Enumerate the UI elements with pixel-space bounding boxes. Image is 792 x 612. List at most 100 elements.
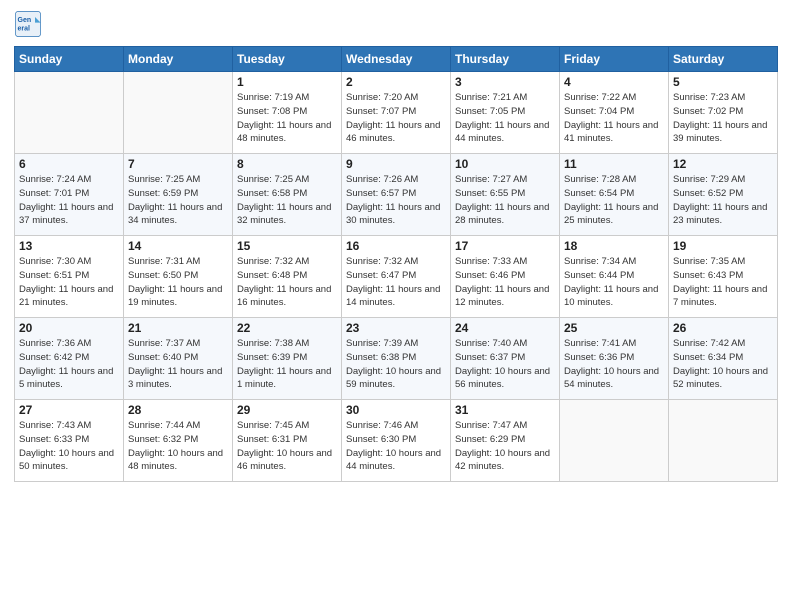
day-info: Sunrise: 7:32 AM Sunset: 6:48 PM Dayligh… bbox=[237, 255, 337, 310]
week-row: 1 Sunrise: 7:19 AM Sunset: 7:08 PM Daylig… bbox=[15, 72, 778, 154]
calendar-cell: 28 Sunrise: 7:44 AM Sunset: 6:32 PM Dayli… bbox=[124, 400, 233, 482]
logo-icon: Gen eral bbox=[14, 10, 42, 38]
day-number: 8 bbox=[237, 157, 337, 171]
day-info: Sunrise: 7:35 AM Sunset: 6:43 PM Dayligh… bbox=[673, 255, 773, 310]
day-number: 16 bbox=[346, 239, 446, 253]
day-info: Sunrise: 7:28 AM Sunset: 6:54 PM Dayligh… bbox=[564, 173, 664, 228]
day-info: Sunrise: 7:24 AM Sunset: 7:01 PM Dayligh… bbox=[19, 173, 119, 228]
day-info: Sunrise: 7:30 AM Sunset: 6:51 PM Dayligh… bbox=[19, 255, 119, 310]
calendar-cell: 9Sunrise: 7:26 AM Sunset: 6:57 PM Daylig… bbox=[342, 154, 451, 236]
calendar-cell: 21 Sunrise: 7:37 AM Sunset: 6:40 PM Dayli… bbox=[124, 318, 233, 400]
calendar-cell: 11 Sunrise: 7:28 AM Sunset: 6:54 PM Dayli… bbox=[560, 154, 669, 236]
calendar-cell: 25 Sunrise: 7:41 AM Sunset: 6:36 PM Dayli… bbox=[560, 318, 669, 400]
day-info: Sunrise: 7:37 AM Sunset: 6:40 PM Dayligh… bbox=[128, 337, 228, 392]
calendar-cell: 19 Sunrise: 7:35 AM Sunset: 6:43 PM Dayli… bbox=[669, 236, 778, 318]
calendar-cell: 4 Sunrise: 7:22 AM Sunset: 7:04 PM Daylig… bbox=[560, 72, 669, 154]
day-number: 1 bbox=[237, 75, 337, 89]
day-info: Sunrise: 7:36 AM Sunset: 6:42 PM Dayligh… bbox=[19, 337, 119, 392]
day-number: 23 bbox=[346, 321, 446, 335]
day-number: 18 bbox=[564, 239, 664, 253]
day-number: 13 bbox=[19, 239, 119, 253]
svg-text:Gen: Gen bbox=[18, 17, 32, 24]
calendar-cell: 16Sunrise: 7:32 AM Sunset: 6:47 PM Dayli… bbox=[342, 236, 451, 318]
calendar-cell: 22Sunrise: 7:38 AM Sunset: 6:39 PM Dayli… bbox=[233, 318, 342, 400]
day-number: 14 bbox=[128, 239, 228, 253]
day-number: 10 bbox=[455, 157, 555, 171]
calendar-cell: 15Sunrise: 7:32 AM Sunset: 6:48 PM Dayli… bbox=[233, 236, 342, 318]
week-row: 13 Sunrise: 7:30 AM Sunset: 6:51 PM Dayli… bbox=[15, 236, 778, 318]
day-number: 4 bbox=[564, 75, 664, 89]
page: Gen eral SundayMondayTuesdayWednesdayThu… bbox=[0, 0, 792, 612]
day-number: 28 bbox=[128, 403, 228, 417]
weekday-header: Wednesday bbox=[342, 47, 451, 72]
calendar-cell: 31 Sunrise: 7:47 AM Sunset: 6:29 PM Dayli… bbox=[451, 400, 560, 482]
day-number: 27 bbox=[19, 403, 119, 417]
day-number: 29 bbox=[237, 403, 337, 417]
day-number: 7 bbox=[128, 157, 228, 171]
day-number: 24 bbox=[455, 321, 555, 335]
day-info: Sunrise: 7:45 AM Sunset: 6:31 PM Dayligh… bbox=[237, 419, 337, 474]
day-number: 11 bbox=[564, 157, 664, 171]
calendar-cell: 30 Sunrise: 7:46 AM Sunset: 6:30 PM Dayli… bbox=[342, 400, 451, 482]
calendar-cell bbox=[560, 400, 669, 482]
calendar-cell: 7 Sunrise: 7:25 AM Sunset: 6:59 PM Daylig… bbox=[124, 154, 233, 236]
day-info: Sunrise: 7:27 AM Sunset: 6:55 PM Dayligh… bbox=[455, 173, 555, 228]
day-number: 17 bbox=[455, 239, 555, 253]
day-info: Sunrise: 7:26 AM Sunset: 6:57 PM Dayligh… bbox=[346, 173, 446, 228]
day-info: Sunrise: 7:44 AM Sunset: 6:32 PM Dayligh… bbox=[128, 419, 228, 474]
calendar-cell bbox=[124, 72, 233, 154]
calendar-cell: 13 Sunrise: 7:30 AM Sunset: 6:51 PM Dayli… bbox=[15, 236, 124, 318]
calendar-cell: 29 Sunrise: 7:45 AM Sunset: 6:31 PM Dayli… bbox=[233, 400, 342, 482]
calendar-cell: 5 Sunrise: 7:23 AM Sunset: 7:02 PM Daylig… bbox=[669, 72, 778, 154]
calendar-cell bbox=[669, 400, 778, 482]
calendar-cell: 18 Sunrise: 7:34 AM Sunset: 6:44 PM Dayli… bbox=[560, 236, 669, 318]
day-info: Sunrise: 7:41 AM Sunset: 6:36 PM Dayligh… bbox=[564, 337, 664, 392]
day-number: 25 bbox=[564, 321, 664, 335]
day-info: Sunrise: 7:20 AM Sunset: 7:07 PM Dayligh… bbox=[346, 91, 446, 146]
day-info: Sunrise: 7:22 AM Sunset: 7:04 PM Dayligh… bbox=[564, 91, 664, 146]
weekday-header: Thursday bbox=[451, 47, 560, 72]
day-number: 26 bbox=[673, 321, 773, 335]
day-number: 6 bbox=[19, 157, 119, 171]
calendar-cell: 8 Sunrise: 7:25 AM Sunset: 6:58 PM Daylig… bbox=[233, 154, 342, 236]
calendar-cell: 3Sunrise: 7:21 AM Sunset: 7:05 PM Daylig… bbox=[451, 72, 560, 154]
day-info: Sunrise: 7:25 AM Sunset: 6:59 PM Dayligh… bbox=[128, 173, 228, 228]
weekday-header: Sunday bbox=[15, 47, 124, 72]
calendar-cell: 26 Sunrise: 7:42 AM Sunset: 6:34 PM Dayli… bbox=[669, 318, 778, 400]
weekday-header: Saturday bbox=[669, 47, 778, 72]
day-info: Sunrise: 7:43 AM Sunset: 6:33 PM Dayligh… bbox=[19, 419, 119, 474]
calendar-cell: 12Sunrise: 7:29 AM Sunset: 6:52 PM Dayli… bbox=[669, 154, 778, 236]
day-info: Sunrise: 7:47 AM Sunset: 6:29 PM Dayligh… bbox=[455, 419, 555, 474]
weekday-header: Monday bbox=[124, 47, 233, 72]
calendar-cell: 27 Sunrise: 7:43 AM Sunset: 6:33 PM Dayli… bbox=[15, 400, 124, 482]
logo: Gen eral bbox=[14, 10, 46, 38]
day-number: 21 bbox=[128, 321, 228, 335]
calendar-table: SundayMondayTuesdayWednesdayThursdayFrid… bbox=[14, 46, 778, 482]
day-number: 30 bbox=[346, 403, 446, 417]
day-number: 19 bbox=[673, 239, 773, 253]
day-number: 20 bbox=[19, 321, 119, 335]
day-number: 5 bbox=[673, 75, 773, 89]
week-row: 20 Sunrise: 7:36 AM Sunset: 6:42 PM Dayli… bbox=[15, 318, 778, 400]
svg-text:eral: eral bbox=[18, 25, 31, 32]
day-info: Sunrise: 7:34 AM Sunset: 6:44 PM Dayligh… bbox=[564, 255, 664, 310]
day-info: Sunrise: 7:19 AM Sunset: 7:08 PM Dayligh… bbox=[237, 91, 337, 146]
day-info: Sunrise: 7:23 AM Sunset: 7:02 PM Dayligh… bbox=[673, 91, 773, 146]
day-info: Sunrise: 7:25 AM Sunset: 6:58 PM Dayligh… bbox=[237, 173, 337, 228]
weekday-header: Tuesday bbox=[233, 47, 342, 72]
day-info: Sunrise: 7:42 AM Sunset: 6:34 PM Dayligh… bbox=[673, 337, 773, 392]
day-info: Sunrise: 7:29 AM Sunset: 6:52 PM Dayligh… bbox=[673, 173, 773, 228]
calendar-cell: 20 Sunrise: 7:36 AM Sunset: 6:42 PM Dayli… bbox=[15, 318, 124, 400]
calendar-cell: 14Sunrise: 7:31 AM Sunset: 6:50 PM Dayli… bbox=[124, 236, 233, 318]
day-info: Sunrise: 7:33 AM Sunset: 6:46 PM Dayligh… bbox=[455, 255, 555, 310]
day-info: Sunrise: 7:39 AM Sunset: 6:38 PM Dayligh… bbox=[346, 337, 446, 392]
week-row: 27 Sunrise: 7:43 AM Sunset: 6:33 PM Dayli… bbox=[15, 400, 778, 482]
calendar-cell: 2Sunrise: 7:20 AM Sunset: 7:07 PM Daylig… bbox=[342, 72, 451, 154]
day-number: 31 bbox=[455, 403, 555, 417]
day-info: Sunrise: 7:40 AM Sunset: 6:37 PM Dayligh… bbox=[455, 337, 555, 392]
calendar-cell: 1 Sunrise: 7:19 AM Sunset: 7:08 PM Daylig… bbox=[233, 72, 342, 154]
calendar-cell bbox=[15, 72, 124, 154]
day-info: Sunrise: 7:46 AM Sunset: 6:30 PM Dayligh… bbox=[346, 419, 446, 474]
week-row: 6 Sunrise: 7:24 AM Sunset: 7:01 PM Daylig… bbox=[15, 154, 778, 236]
header-row: SundayMondayTuesdayWednesdayThursdayFrid… bbox=[15, 47, 778, 72]
